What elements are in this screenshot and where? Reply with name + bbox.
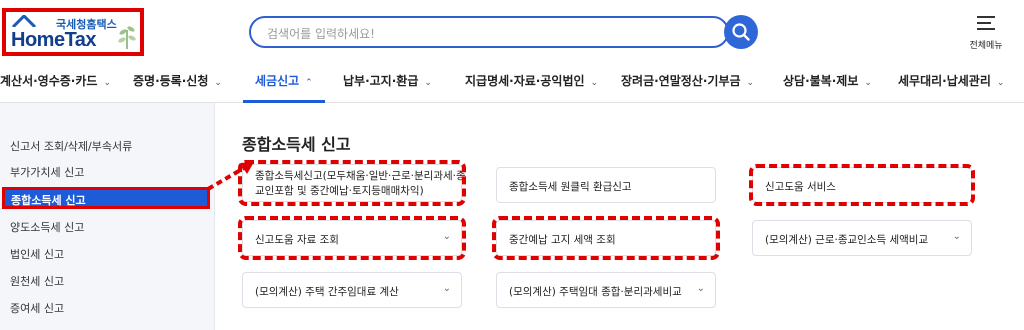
- search-button[interactable]: [724, 15, 758, 49]
- chevron-down-icon: ⌄: [442, 283, 451, 294]
- sidebar-item-income-tax[interactable]: 종합소득세 신고: [2, 187, 210, 209]
- gnb-item-label: 세무대리·납세관리: [898, 74, 991, 88]
- card-label: 신고도움 자료 조회: [255, 234, 339, 246]
- search-icon: [732, 23, 750, 41]
- sidebar-item-withholding[interactable]: 원천세 신고: [0, 269, 214, 291]
- page-title: 종합소득세 신고: [242, 135, 351, 154]
- chevron-down-icon: ⌄: [696, 283, 705, 294]
- chevron-down-icon: ⌄: [442, 231, 451, 242]
- card-label: 중간예납 고지 세액 조회: [509, 234, 616, 246]
- house-roof-icon: [12, 15, 36, 27]
- sidebar-item-label: 부가가치세 신고: [10, 166, 85, 179]
- all-menu-label: 전체메뉴: [969, 41, 1003, 51]
- card-label: 종합소득세신고(모두채움·일반·근로·분리과세·종교인포함 및 중간예납·토지등…: [255, 170, 466, 197]
- sidebar-item-label: 양도소득세 신고: [10, 221, 85, 234]
- sidebar-item-gift-tax[interactable]: 증여세 신고: [0, 296, 214, 318]
- card-filing-help-service[interactable]: 신고도움 서비스: [752, 167, 972, 203]
- search-input[interactable]: [265, 23, 709, 45]
- chevron-down-icon: ⌄: [424, 78, 432, 88]
- chevron-down-icon: ⌄: [214, 78, 222, 88]
- gnb-item-label: 납부·고지·환급: [343, 74, 419, 88]
- card-simulation-housing-rent[interactable]: (모의계산) 주택임대 종합·분리과세비교 ⌄: [496, 272, 716, 308]
- sidebar-item-corporate-tax[interactable]: 법인세 신고: [0, 242, 214, 264]
- gnb-item-label: 증명·등록·신청: [133, 74, 209, 88]
- gnb-item-tax-filing[interactable]: 세금신고 ⌃: [255, 72, 313, 92]
- gnb-item-payment[interactable]: 납부·고지·환급 ⌄: [343, 72, 432, 92]
- card-one-click-refund[interactable]: 종합소득세 원클릭 환급신고: [496, 167, 716, 203]
- gnb-item-label: 상담·불복·제보: [783, 74, 859, 88]
- chevron-down-icon: ⌄: [746, 78, 755, 88]
- gnb-item-label: 지급명세·자료·공익법인: [465, 74, 585, 88]
- sidebar-item-capital-gains[interactable]: 양도소득세 신고: [0, 215, 214, 237]
- annotation-arrow-icon: [206, 162, 254, 191]
- card-interim-tax-inquiry[interactable]: 중간예납 고지 세액 조회: [496, 220, 716, 256]
- gnb-item-label: 장려금·연말정산·기부금: [621, 74, 741, 88]
- search-box: [249, 16, 729, 48]
- card-label: (모의계산) 근로·종교인소득 세액비교: [765, 234, 929, 246]
- gnb-item-invoice[interactable]: 계산서·영수증·카드 ⌄: [0, 72, 111, 92]
- plant-icon: [118, 26, 136, 49]
- all-menu-button[interactable]: 전체메뉴: [964, 14, 1008, 54]
- chevron-up-icon: ⌃: [305, 78, 313, 88]
- sidebar-item-label: 법인세 신고: [10, 248, 65, 261]
- card-label: (모의계산) 주택임대 종합·분리과세비교: [509, 286, 682, 298]
- gnb-item-tax-agent[interactable]: 세무대리·납세관리 ⌄: [898, 72, 1004, 92]
- sidebar: 신고서 조회/삭제/부속서류 부가가치세 신고 종합소득세 신고 양도소득세 신…: [0, 103, 215, 330]
- gnb-item-certificate[interactable]: 증명·등록·신청 ⌄: [133, 72, 222, 92]
- logo-english-text: HomeTax: [11, 29, 97, 51]
- card-filing-help-data[interactable]: 신고도움 자료 조회 ⌄: [242, 220, 462, 256]
- sidebar-item-filing-inquiry[interactable]: 신고서 조회/삭제/부속서류: [0, 134, 214, 156]
- sidebar-item-label: 증여세 신고: [10, 302, 65, 315]
- gnb-item-payment-statement[interactable]: 지급명세·자료·공익법인 ⌄: [465, 72, 598, 92]
- gnb-item-incentive[interactable]: 장려금·연말정산·기부금 ⌄: [621, 72, 754, 92]
- header: 국세청홈택스 HomeTax 전체메뉴: [0, 0, 1024, 62]
- sidebar-item-label: 원천세 신고: [10, 275, 65, 288]
- sidebar-item-label: 종합소득세 신고: [11, 194, 86, 207]
- chevron-down-icon: ⌄: [952, 231, 961, 242]
- card-label: 종합소득세 원클릭 환급신고: [509, 181, 632, 193]
- sidebar-item-vat[interactable]: 부가가치세 신고: [0, 160, 214, 182]
- chevron-down-icon: ⌄: [864, 78, 872, 88]
- card-income-tax-filing[interactable]: 종합소득세신고(모두채움·일반·근로·분리과세·종교인포함 및 중간예납·토지등…: [242, 164, 466, 202]
- card-label: (모의계산) 주택 간주임대료 계산: [255, 286, 399, 298]
- sidebar-item-label: 신고서 조회/삭제/부속서류: [10, 140, 133, 153]
- card-label: 신고도움 서비스: [765, 181, 836, 193]
- chevron-down-icon: ⌄: [103, 78, 111, 88]
- active-tab-indicator: [243, 100, 325, 103]
- gnb-item-label: 세금신고: [255, 74, 300, 88]
- gnb-item-label: 계산서·영수증·카드: [0, 74, 98, 88]
- chevron-down-icon: ⌄: [996, 78, 1005, 88]
- hometax-logo[interactable]: 국세청홈택스 HomeTax: [2, 8, 144, 56]
- main-navigation: 계산서·영수증·카드 ⌄ 증명·등록·신청 ⌄ 세금신고 ⌃ 납부·고지·환급 ⌄ 지급…: [0, 62, 1024, 103]
- card-simulation-earned-religious[interactable]: (모의계산) 근로·종교인소득 세액비교 ⌄: [752, 220, 972, 256]
- chevron-down-icon: ⌄: [590, 78, 599, 88]
- hamburger-icon: [977, 16, 995, 30]
- gnb-item-consulting[interactable]: 상담·불복·제보 ⌄: [783, 72, 872, 92]
- card-simulation-deemed-rent[interactable]: (모의계산) 주택 간주임대료 계산 ⌄: [242, 272, 462, 308]
